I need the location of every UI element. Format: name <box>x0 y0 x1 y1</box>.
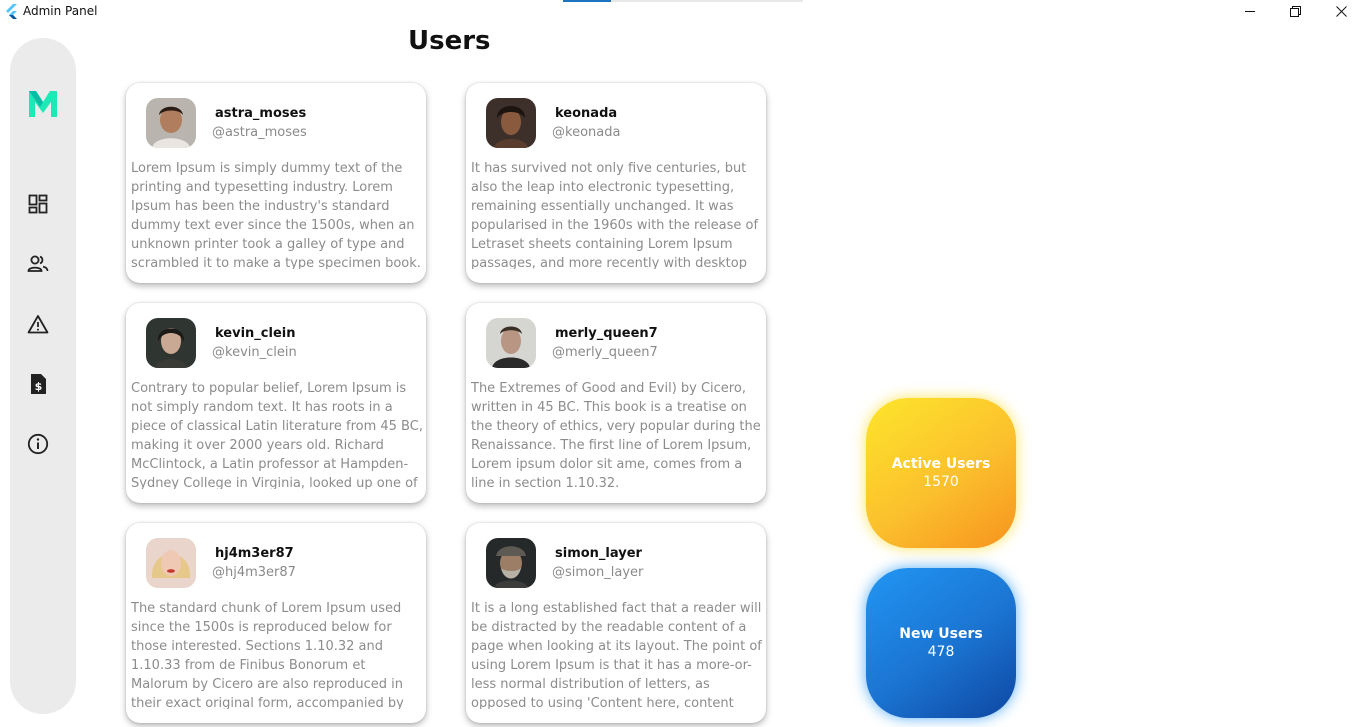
avatar <box>146 538 196 588</box>
user-card[interactable]: astra_moses @astra_moses Lorem Ipsum is … <box>126 83 426 283</box>
info-icon <box>27 433 49 459</box>
sidebar-item-reports[interactable] <box>27 315 49 337</box>
user-bio: Lorem Ipsum is simply dummy text of the … <box>131 161 421 269</box>
user-bio: The Extremes of Good and Evil) by Cicero… <box>471 381 761 489</box>
users-icon <box>27 254 49 278</box>
user-card[interactable]: keonada @keonada It has survived not onl… <box>466 83 766 283</box>
active-users-label: Active Users <box>891 456 991 472</box>
user-name: merly_queen7 <box>555 326 658 341</box>
user-bio: It is a long established fact that a rea… <box>471 601 762 709</box>
new-users-count: 478 <box>927 644 955 660</box>
user-handle: @simon_layer <box>552 565 644 580</box>
minimize-button[interactable] <box>1227 0 1273 22</box>
flutter-icon <box>4 4 18 20</box>
loading-progress-fill <box>563 0 611 2</box>
user-name: keonada <box>555 106 618 121</box>
new-users-tile[interactable]: New Users 478 <box>866 568 1016 718</box>
user-card[interactable]: hj4m3er87 @hj4m3er87 The standard chunk … <box>126 523 426 723</box>
user-handle: @hj4m3er87 <box>212 565 296 580</box>
user-card[interactable]: merly_queen7 @merly_queen7 The Extremes … <box>466 303 766 503</box>
invoice-icon: $ <box>29 373 47 399</box>
user-name: simon_layer <box>555 546 642 561</box>
avatar <box>146 98 196 148</box>
avatar <box>486 318 536 368</box>
user-name: astra_moses <box>215 106 307 121</box>
user-card[interactable]: simon_layer @simon_layer It is a long es… <box>466 523 766 723</box>
user-name: kevin_clein <box>215 326 296 341</box>
dashboard-icon <box>28 194 48 218</box>
svg-text:$: $ <box>35 380 43 393</box>
new-users-label: New Users <box>899 626 983 642</box>
avatar <box>486 98 536 148</box>
active-users-count: 1570 <box>923 474 959 490</box>
warning-icon <box>27 314 49 338</box>
avatar <box>146 318 196 368</box>
sidebar: $ <box>10 38 76 714</box>
loading-progress-bar <box>563 0 803 2</box>
minimize-icon <box>1244 6 1256 17</box>
sidebar-item-users[interactable] <box>27 255 49 277</box>
restore-icon <box>1289 5 1301 17</box>
user-handle: @astra_moses <box>212 125 307 140</box>
user-bio: Contrary to popular belief, Lorem Ipsum … <box>131 381 423 489</box>
window-title: Admin Panel <box>23 4 98 18</box>
user-name: hj4m3er87 <box>215 546 294 561</box>
user-handle: @merly_queen7 <box>552 345 658 360</box>
sidebar-item-billing[interactable]: $ <box>27 373 49 399</box>
close-icon <box>1335 5 1347 17</box>
user-bio: The standard chunk of Lorem Ipsum used s… <box>131 601 404 709</box>
close-button[interactable] <box>1318 0 1364 22</box>
sidebar-item-dashboard[interactable] <box>27 194 49 218</box>
title-bar: Admin Panel <box>0 0 1366 24</box>
avatar <box>486 538 536 588</box>
user-handle: @keonada <box>552 125 621 140</box>
user-card[interactable]: kevin_clein @kevin_clein Contrary to pop… <box>126 303 426 503</box>
user-handle: @kevin_clein <box>212 345 297 360</box>
page-title: Users <box>408 26 491 56</box>
sidebar-item-about[interactable] <box>27 433 49 459</box>
active-users-tile[interactable]: Active Users 1570 <box>866 398 1016 548</box>
restore-button[interactable] <box>1272 0 1318 22</box>
m-logo-icon[interactable] <box>27 89 59 119</box>
user-bio: It has survived not only five centuries,… <box>471 161 759 269</box>
